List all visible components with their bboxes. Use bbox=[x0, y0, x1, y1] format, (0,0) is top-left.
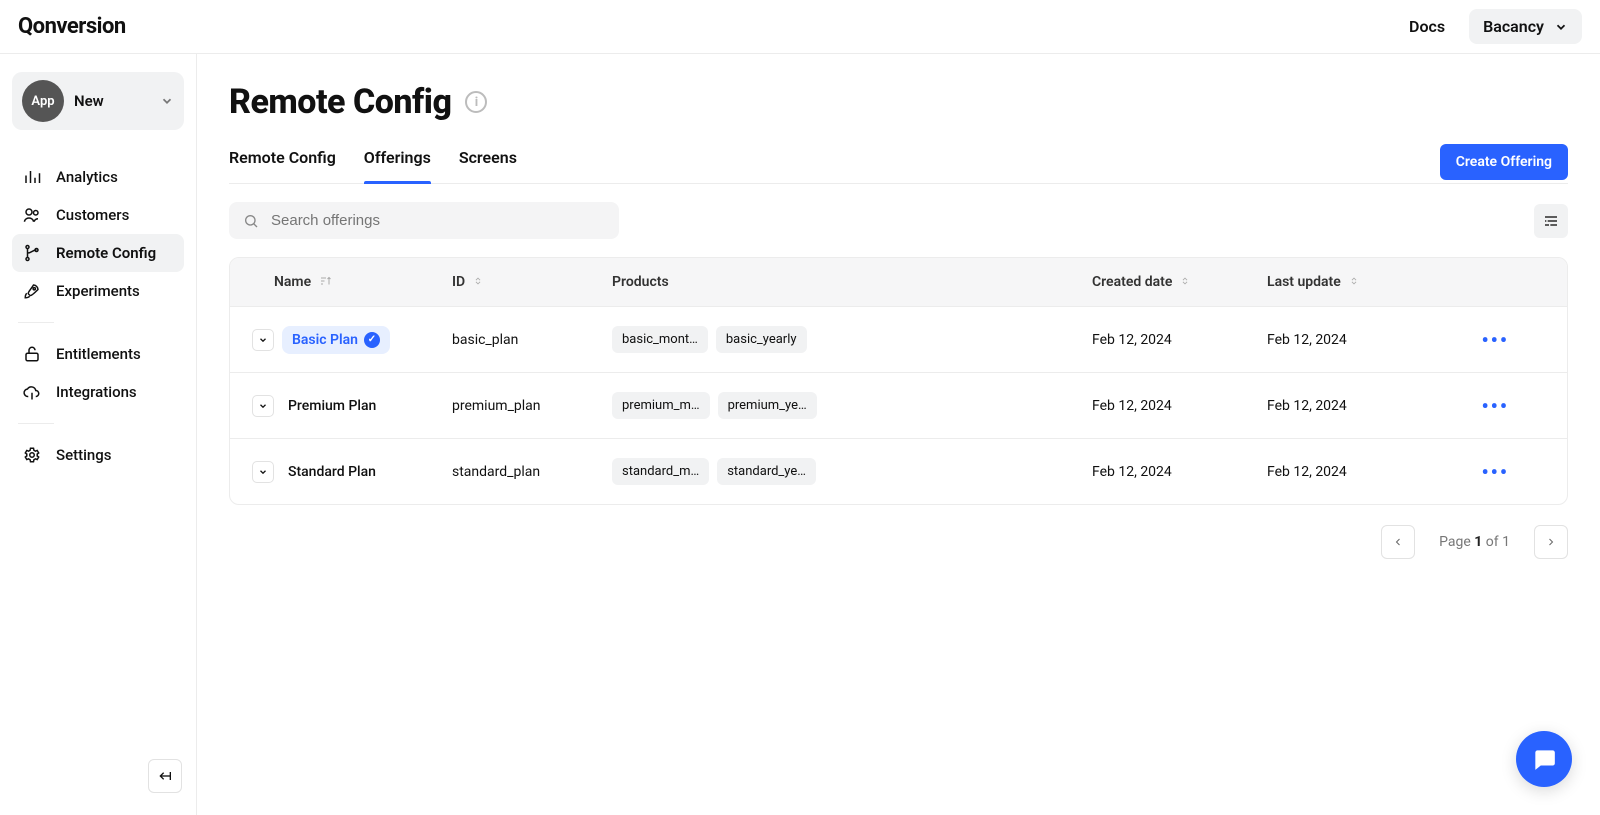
sidebar-item-entitlements[interactable]: Entitlements bbox=[12, 335, 184, 373]
sort-icon bbox=[1349, 276, 1359, 289]
offering-products: premium_m… premium_ye… bbox=[598, 392, 1078, 419]
product-chip: basic_yearly bbox=[716, 326, 807, 353]
table-header: Name ID Products Created date bbox=[230, 258, 1567, 306]
column-header-label: Created date bbox=[1092, 274, 1172, 290]
sidebar-item-settings[interactable]: Settings bbox=[12, 436, 184, 474]
expand-row-button[interactable] bbox=[252, 395, 274, 417]
column-header-created[interactable]: Created date bbox=[1078, 274, 1253, 290]
offering-name-badge: Basic Plan✓ bbox=[282, 326, 390, 354]
column-header-name[interactable]: Name bbox=[238, 274, 438, 290]
expand-row-button[interactable] bbox=[252, 461, 274, 483]
org-name: Bacancy bbox=[1483, 17, 1544, 36]
search-icon bbox=[243, 213, 259, 229]
offering-id: premium_plan bbox=[438, 398, 598, 414]
verified-icon: ✓ bbox=[364, 332, 380, 348]
chart-bar-icon bbox=[22, 168, 42, 186]
row-actions-button[interactable]: ••• bbox=[1453, 460, 1533, 484]
sidebar-item-customers[interactable]: Customers bbox=[12, 196, 184, 234]
sidebar-item-label: Settings bbox=[56, 446, 112, 464]
collapse-sidebar-button[interactable] bbox=[148, 759, 182, 793]
table-row[interactable]: Standard Planstandard_planstandard_m…sta… bbox=[230, 438, 1567, 504]
logo: Qonversion bbox=[18, 14, 126, 39]
sidebar: App New Analytics Customers Remote Confi… bbox=[0, 54, 197, 815]
chevron-down-icon bbox=[1554, 20, 1568, 34]
app-name: New bbox=[74, 92, 150, 110]
column-header-updated[interactable]: Last update bbox=[1253, 274, 1453, 290]
expand-row-button[interactable] bbox=[252, 329, 274, 351]
table-settings-button[interactable] bbox=[1534, 204, 1568, 238]
offering-name: Standard Plan bbox=[288, 464, 376, 480]
row-actions-button[interactable]: ••• bbox=[1453, 394, 1533, 418]
pager-next-button[interactable] bbox=[1534, 525, 1568, 559]
nav-divider bbox=[18, 322, 54, 323]
chevron-down-icon bbox=[160, 94, 174, 108]
sidebar-item-experiments[interactable]: Experiments bbox=[12, 272, 184, 310]
gear-icon bbox=[22, 446, 42, 464]
sidebar-item-integrations[interactable]: Integrations bbox=[12, 373, 184, 411]
column-header-label: Products bbox=[612, 274, 669, 290]
offering-created: Feb 12, 2024 bbox=[1078, 398, 1253, 414]
sidebar-item-label: Customers bbox=[56, 206, 129, 224]
product-chip: premium_m… bbox=[612, 392, 710, 419]
search-input[interactable] bbox=[271, 212, 605, 229]
product-chip: basic_mont… bbox=[612, 326, 708, 353]
pager-status: Page 1 of 1 bbox=[1439, 534, 1510, 550]
branch-icon bbox=[22, 244, 42, 262]
sidebar-item-label: Analytics bbox=[56, 168, 118, 186]
sort-icon bbox=[1180, 276, 1190, 289]
offerings-table: Name ID Products Created date bbox=[229, 257, 1568, 505]
offering-id: standard_plan bbox=[438, 464, 598, 480]
page-title: Remote Config bbox=[229, 82, 451, 122]
tab-screens[interactable]: Screens bbox=[459, 140, 517, 183]
sidebar-item-analytics[interactable]: Analytics bbox=[12, 158, 184, 196]
column-header-label: Last update bbox=[1267, 274, 1341, 290]
offering-updated: Feb 12, 2024 bbox=[1253, 332, 1453, 348]
column-header-products: Products bbox=[598, 274, 1078, 290]
create-offering-button[interactable]: Create Offering bbox=[1440, 144, 1568, 180]
users-icon bbox=[22, 206, 42, 224]
offering-products: standard_m… standard_ye… bbox=[598, 458, 1078, 485]
top-bar: Qonversion Docs Bacancy bbox=[0, 0, 1600, 54]
sidebar-item-label: Remote Config bbox=[56, 244, 156, 262]
offering-updated: Feb 12, 2024 bbox=[1253, 464, 1453, 480]
sidebar-item-label: Experiments bbox=[56, 282, 140, 300]
column-header-label: Name bbox=[274, 274, 311, 290]
lock-open-icon bbox=[22, 345, 42, 363]
cloud-icon bbox=[22, 383, 42, 401]
table-row[interactable]: Basic Plan✓ basic_plan basic_mont… basic_ye… bbox=[230, 306, 1567, 372]
sidebar-item-label: Entitlements bbox=[56, 345, 141, 363]
offering-created: Feb 12, 2024 bbox=[1078, 332, 1253, 348]
product-chip: standard_ye… bbox=[717, 458, 816, 485]
org-selector[interactable]: Bacancy bbox=[1469, 9, 1582, 44]
pager-prev-button[interactable] bbox=[1381, 525, 1415, 559]
row-actions-button[interactable]: ••• bbox=[1453, 328, 1533, 352]
rocket-icon bbox=[22, 282, 42, 300]
offering-updated: Feb 12, 2024 bbox=[1253, 398, 1453, 414]
search-field[interactable] bbox=[229, 202, 619, 239]
sidebar-item-remote-config[interactable]: Remote Config bbox=[12, 234, 184, 272]
app-selector[interactable]: App New bbox=[12, 72, 184, 130]
docs-link[interactable]: Docs bbox=[1409, 17, 1445, 36]
sort-asc-icon bbox=[319, 275, 331, 290]
info-icon[interactable]: i bbox=[465, 91, 487, 113]
pagination: Page 1 of 1 bbox=[229, 525, 1568, 589]
column-header-label: ID bbox=[452, 274, 465, 290]
main-content: Remote Config i Remote Config Offerings … bbox=[197, 54, 1600, 815]
table-row[interactable]: Premium Planpremium_planpremium_m…premiu… bbox=[230, 372, 1567, 438]
column-header-id[interactable]: ID bbox=[438, 274, 598, 290]
nav-divider bbox=[18, 423, 54, 424]
offering-products: basic_mont… basic_yearly bbox=[598, 326, 1078, 353]
tabs: Remote Config Offerings Screens bbox=[229, 140, 517, 183]
offering-id: basic_plan bbox=[438, 332, 598, 348]
tab-remote-config[interactable]: Remote Config bbox=[229, 140, 336, 183]
tab-offerings[interactable]: Offerings bbox=[364, 140, 431, 183]
offering-created: Feb 12, 2024 bbox=[1078, 464, 1253, 480]
app-avatar: App bbox=[22, 80, 64, 122]
offering-name: Premium Plan bbox=[288, 398, 376, 414]
sidebar-item-label: Integrations bbox=[56, 383, 137, 401]
product-chip: standard_m… bbox=[612, 458, 709, 485]
sort-icon bbox=[473, 276, 483, 289]
chat-widget-button[interactable] bbox=[1516, 731, 1572, 787]
product-chip: premium_ye… bbox=[718, 392, 817, 419]
